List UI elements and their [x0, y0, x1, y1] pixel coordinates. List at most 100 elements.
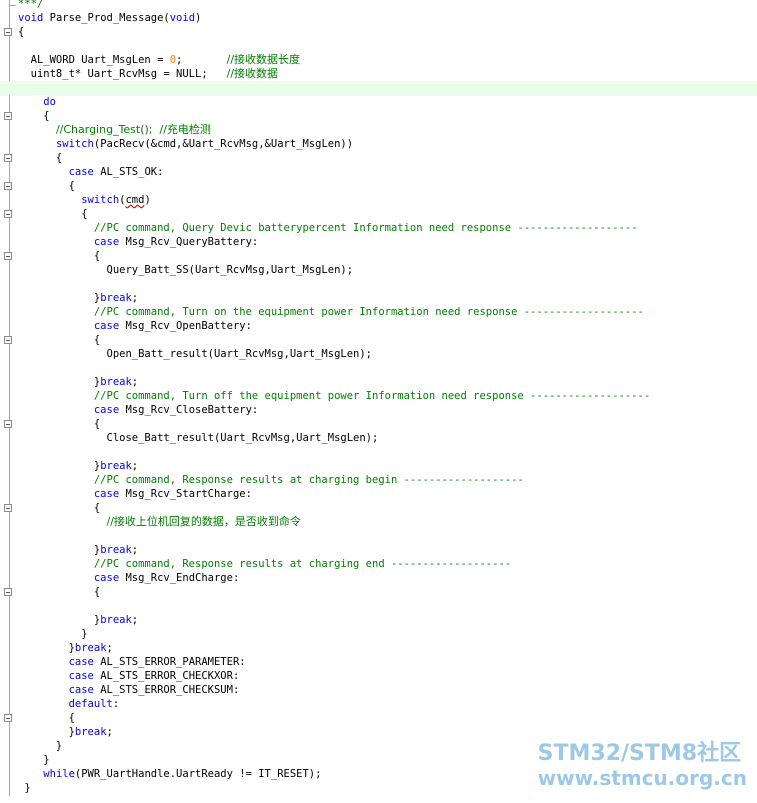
code-line[interactable]: }	[0, 627, 757, 641]
code-line[interactable]: uint8_t* Uart_RcvMsg = NULL; //接收数据	[0, 67, 757, 81]
code-text: }break;	[18, 641, 113, 655]
code-line[interactable]: //PC command, Turn off the equipment pow…	[0, 389, 757, 403]
code-line[interactable]: case Msg_Rcv_StartCharge:	[0, 487, 757, 501]
code-token: Query_Batt_SS(Uart_RcvMsg,Uart_MsgLen);	[18, 264, 354, 276]
code-line[interactable]	[0, 81, 757, 95]
code-token: case	[93, 236, 120, 248]
code-token: {	[18, 502, 101, 514]
code-line[interactable]	[0, 599, 757, 613]
code-line[interactable]	[0, 445, 757, 459]
code-line[interactable]: }break;	[0, 613, 757, 627]
fold-toggle-icon[interactable]	[4, 420, 12, 428]
code-token: case	[93, 488, 120, 500]
code-line[interactable]: {	[0, 333, 757, 347]
code-text: case AL_STS_OK:	[18, 165, 164, 179]
code-token: case	[68, 684, 94, 696]
code-line[interactable]: {	[0, 207, 757, 221]
code-line[interactable]: {	[0, 109, 757, 123]
code-line[interactable]	[0, 277, 757, 291]
code-line[interactable]: case Msg_Rcv_EndCharge:	[0, 571, 757, 585]
code-token: {	[18, 334, 101, 346]
code-line[interactable]: case Msg_Rcv_CloseBattery:	[0, 403, 757, 417]
code-line[interactable]	[0, 529, 757, 543]
code-line[interactable]: {	[0, 501, 757, 515]
code-token: ;	[106, 642, 113, 654]
code-line[interactable]: }break;	[0, 291, 757, 305]
code-line[interactable]: {	[0, 249, 757, 263]
code-line[interactable]: }break;	[0, 725, 757, 739]
code-text: Open_Batt_result(Uart_RcvMsg,Uart_MsgLen…	[18, 347, 373, 361]
code-line[interactable]: ***/	[0, 0, 757, 11]
code-token: ;	[106, 726, 113, 738]
code-line[interactable]: case Msg_Rcv_OpenBattery:	[0, 319, 757, 333]
code-editor[interactable]: ***/void Parse_Prod_Message(void){ AL_WO…	[0, 0, 757, 803]
code-text: {	[18, 25, 24, 39]
code-line[interactable]	[0, 361, 757, 375]
fold-toggle-icon[interactable]	[4, 252, 12, 260]
watermark-title: STM32/STM8社区	[537, 741, 742, 766]
code-token: (PWR_UartHandle.UartReady != IT_RESET);	[74, 768, 322, 780]
code-line[interactable]: }break;	[0, 543, 757, 557]
code-line[interactable]: //接收上位机回复的数据，是否收到命令	[0, 515, 757, 529]
code-line[interactable]: case AL_STS_OK:	[0, 165, 757, 179]
code-line[interactable]: //PC command, Response results at chargi…	[0, 473, 757, 487]
code-line[interactable]: void Parse_Prod_Message(void)	[0, 11, 757, 25]
code-line[interactable]: //PC command, Response results at chargi…	[0, 557, 757, 571]
fold-toggle-icon[interactable]	[4, 154, 12, 162]
code-line[interactable]: case AL_STS_ERROR_CHECKSUM:	[0, 683, 757, 697]
fold-toggle-icon[interactable]	[4, 588, 12, 596]
code-text: }	[18, 739, 62, 753]
code-line[interactable]: switch(PacRecv(&cmd,&Uart_RcvMsg,&Uart_M…	[0, 137, 757, 151]
code-token: Msg_Rcv_OpenBattery:	[119, 320, 252, 332]
code-text: }break;	[18, 613, 138, 627]
code-line[interactable]	[0, 39, 757, 53]
code-text: case AL_STS_ERROR_CHECKSUM:	[18, 683, 240, 697]
code-line[interactable]: case Msg_Rcv_QueryBattery:	[0, 235, 757, 249]
fold-end-icon	[9, 0, 16, 6]
code-line[interactable]: do	[0, 95, 757, 109]
code-line[interactable]: {	[0, 417, 757, 431]
fold-toggle-icon[interactable]	[4, 336, 12, 344]
code-line[interactable]: {	[0, 179, 757, 193]
code-text: //PC command, Response results at chargi…	[18, 473, 524, 487]
code-line[interactable]: {	[0, 151, 757, 165]
code-line[interactable]: Open_Batt_result(Uart_RcvMsg,Uart_MsgLen…	[0, 347, 757, 361]
code-line[interactable]: Close_Batt_result(Uart_RcvMsg,Uart_MsgLe…	[0, 431, 757, 445]
code-token: }	[18, 460, 101, 472]
code-line[interactable]: default:	[0, 697, 757, 711]
code-line[interactable]: //PC command, Query Devic batterypercent…	[0, 221, 757, 235]
code-line[interactable]: switch(cmd)	[0, 193, 757, 207]
code-token: cmd	[125, 194, 145, 206]
code-line[interactable]: //PC command, Turn on the equipment powe…	[0, 305, 757, 319]
code-line[interactable]: {	[0, 585, 757, 599]
code-line[interactable]: }break;	[0, 641, 757, 655]
code-line[interactable]: case AL_STS_ERROR_PARAMETER:	[0, 655, 757, 669]
code-token: void	[169, 12, 196, 24]
code-token: //PC command, Query Devic batterypercent…	[93, 222, 638, 234]
code-line[interactable]: }break;	[0, 375, 757, 389]
code-line[interactable]: }break;	[0, 459, 757, 473]
code-token: void	[18, 12, 44, 24]
code-line[interactable]: //Charging_Test(); //充电检测	[0, 123, 757, 137]
fold-toggle-icon[interactable]	[4, 504, 12, 512]
code-text: {	[18, 151, 62, 165]
code-line[interactable]: {	[0, 711, 757, 725]
fold-toggle-icon[interactable]	[4, 28, 12, 36]
code-text: //PC command, Response results at chargi…	[18, 557, 511, 571]
fold-toggle-icon[interactable]	[4, 112, 12, 120]
code-line[interactable]: AL_WORD Uart_MsgLen = 0; //接收数据长度	[0, 53, 757, 67]
code-line[interactable]: case AL_STS_ERROR_CHECKXOR:	[0, 669, 757, 683]
fold-toggle-icon[interactable]	[4, 182, 12, 190]
code-token: uint8_t* Uart_RcvMsg = NULL;	[18, 68, 227, 80]
code-token: break	[100, 376, 132, 388]
fold-toggle-icon[interactable]	[4, 714, 12, 722]
fold-toggle-icon[interactable]	[4, 210, 12, 218]
code-token: {	[18, 180, 75, 192]
code-line[interactable]: Query_Batt_SS(Uart_RcvMsg,Uart_MsgLen);	[0, 263, 757, 277]
code-line[interactable]: {	[0, 25, 757, 39]
